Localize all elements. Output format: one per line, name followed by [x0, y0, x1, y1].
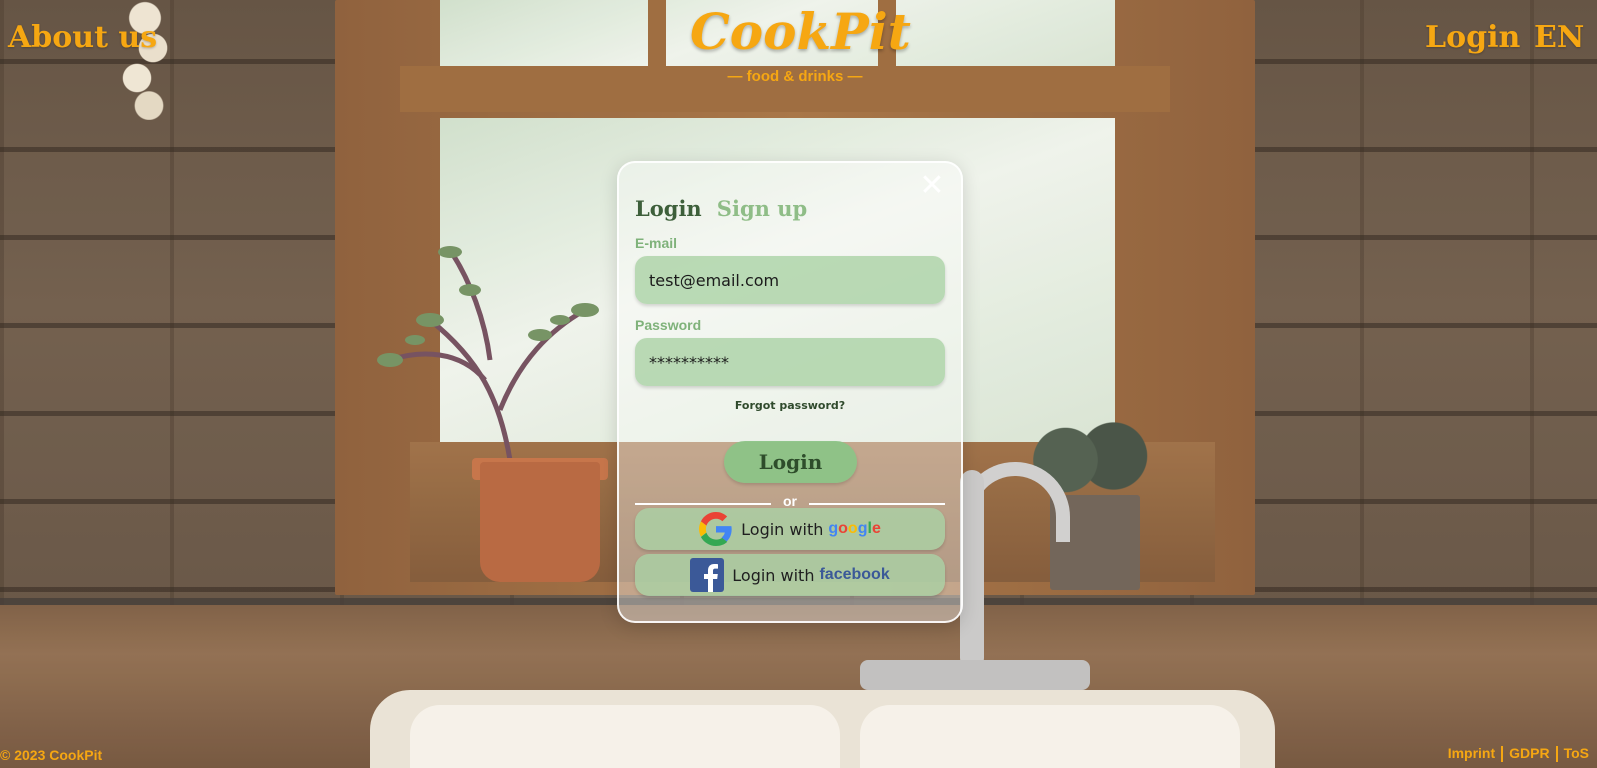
divider-label: or — [783, 493, 797, 509]
about-us-link[interactable]: About us — [8, 20, 157, 55]
logo-name: CookPit — [690, 2, 911, 61]
google-login-prefix: Login with — [741, 519, 824, 539]
login-with-facebook-button[interactable]: Login with facebook — [635, 554, 945, 596]
login-modal: ✕ Login Sign up E-mail Password Forgot p… — [617, 161, 963, 623]
login-with-google-button[interactable]: Login with google — [635, 508, 945, 550]
tos-link[interactable]: ToS — [1564, 745, 1589, 761]
facebook-icon — [690, 558, 725, 592]
password-label: Password — [635, 317, 702, 333]
logo-tagline: — food & drinks — — [727, 68, 863, 85]
tab-login[interactable]: Login — [635, 196, 702, 221]
email-field[interactable] — [635, 256, 945, 304]
gdpr-link[interactable]: GDPR — [1509, 745, 1549, 761]
language-selector[interactable]: EN — [1534, 20, 1584, 55]
forgot-password-link[interactable]: Forgot password? — [619, 399, 961, 412]
footer-links: Imprint GDPR ToS — [1448, 745, 1589, 763]
close-icon[interactable]: ✕ — [919, 171, 945, 201]
imprint-link[interactable]: Imprint — [1448, 745, 1495, 761]
google-wordmark: google — [828, 520, 881, 537]
facebook-wordmark: facebook — [819, 566, 890, 583]
facebook-login-prefix: Login with — [732, 565, 815, 585]
logo[interactable]: CookPit — food & drinks — — [690, 2, 911, 85]
tab-sign-up[interactable]: Sign up — [717, 196, 807, 221]
password-field[interactable] — [635, 338, 945, 386]
divider-line — [809, 503, 945, 505]
copyright-text: © 2023 CookPit — [0, 747, 103, 763]
header-login-link[interactable]: Login — [1425, 20, 1520, 55]
login-button[interactable]: Login — [724, 441, 857, 483]
google-icon — [699, 512, 732, 546]
footer-separator — [1555, 746, 1558, 763]
footer-separator — [1501, 746, 1504, 763]
auth-tabs: Login Sign up — [635, 196, 817, 221]
email-label: E-mail — [635, 235, 678, 251]
